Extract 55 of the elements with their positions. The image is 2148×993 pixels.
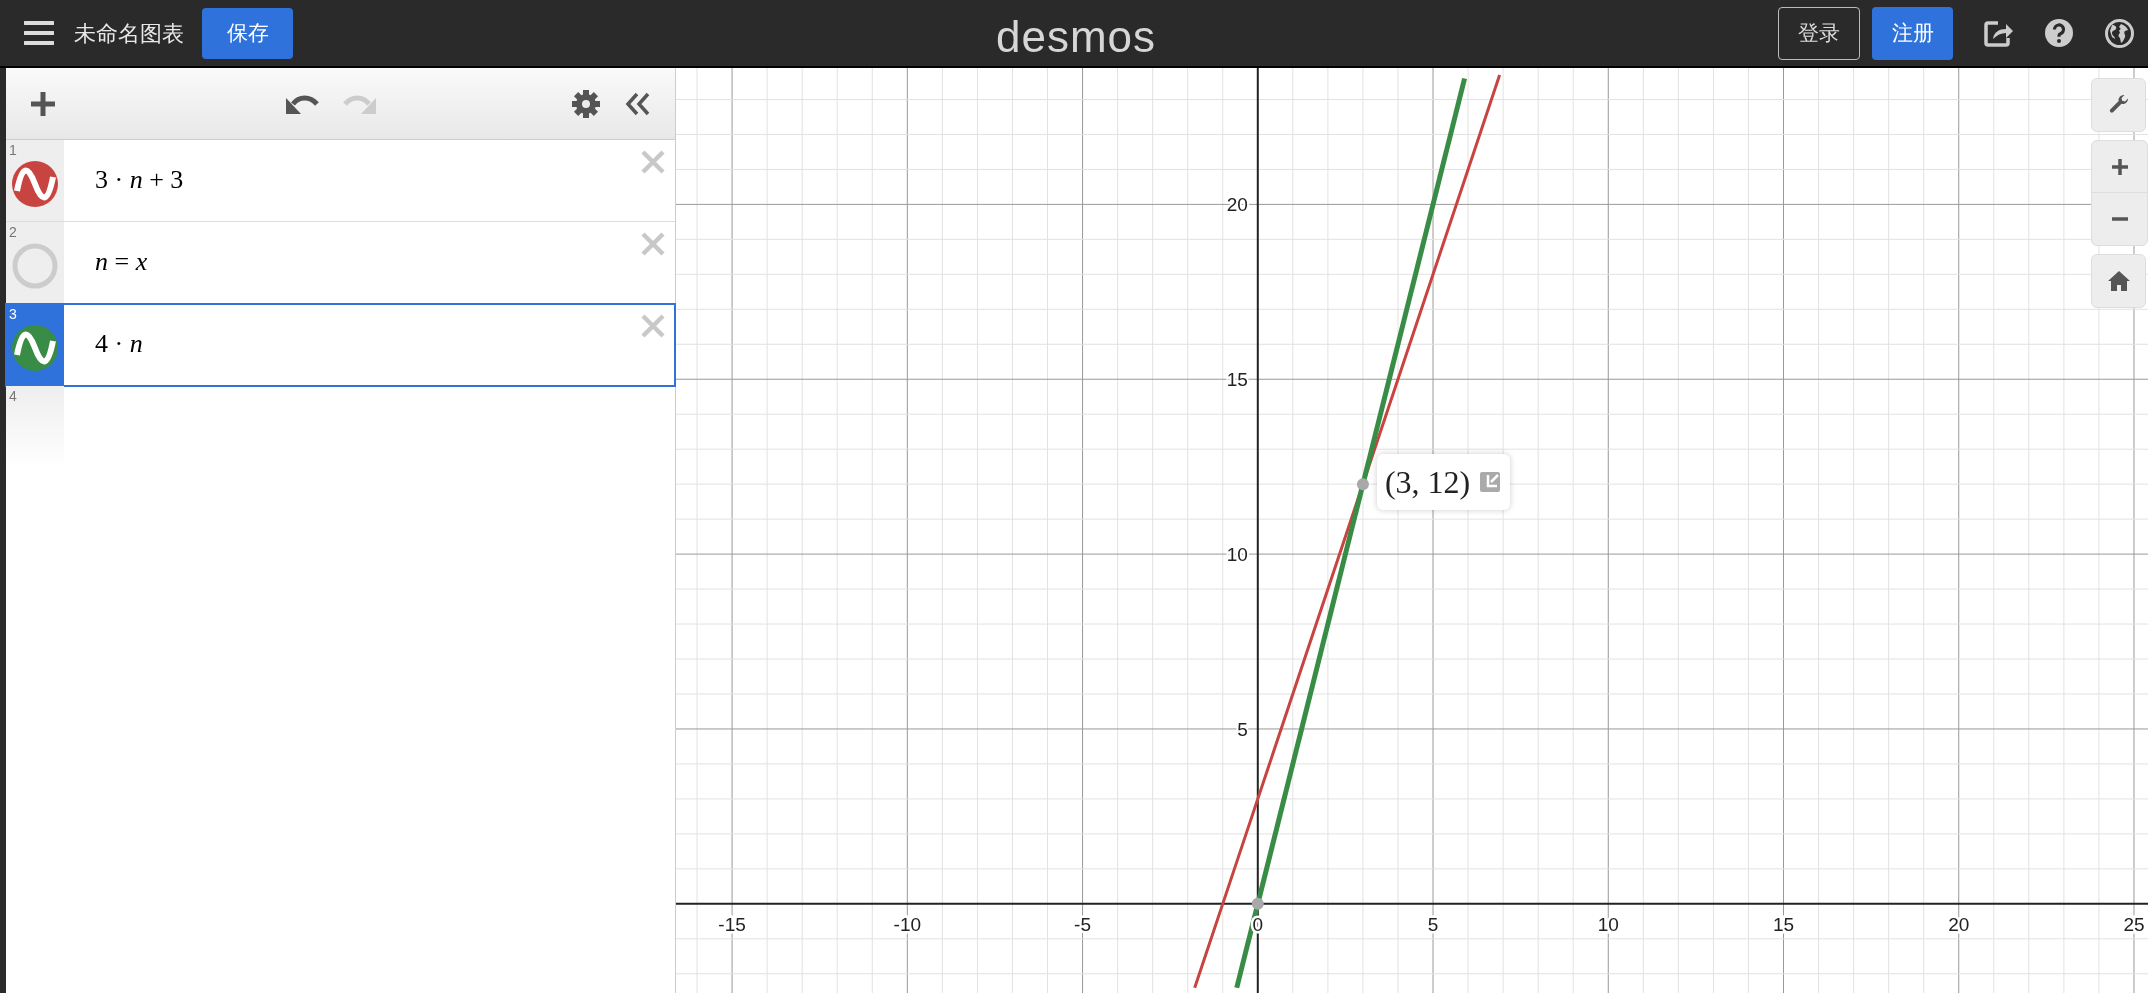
help-button[interactable] bbox=[2044, 18, 2074, 48]
expression-index: 3 bbox=[9, 306, 18, 322]
expression-row[interactable]: 3 4 · n bbox=[6, 304, 675, 386]
sloped-line[interactable] bbox=[1193, 74, 1502, 989]
expression-index: 2 bbox=[9, 224, 18, 240]
help-icon bbox=[2045, 19, 2073, 47]
globe-icon bbox=[2104, 18, 2134, 48]
expression-index: 4 bbox=[9, 388, 18, 404]
tick-label: 15 bbox=[1226, 369, 1248, 391]
language-button[interactable] bbox=[2104, 18, 2134, 48]
tick-label: 5 bbox=[1237, 718, 1248, 740]
close-icon bbox=[640, 313, 666, 339]
home-icon bbox=[2106, 270, 2131, 292]
expression-math[interactable]: 4 · n bbox=[95, 328, 143, 385]
settings-wrench-button[interactable] bbox=[2091, 78, 2146, 132]
login-button[interactable]: 登录 bbox=[1778, 6, 1860, 60]
tick-label: 20 bbox=[1226, 194, 1248, 216]
tick-label: -10 bbox=[893, 913, 922, 935]
coordinate-text: (3, 12) bbox=[1384, 463, 1471, 503]
tick-label: 10 bbox=[1226, 544, 1248, 566]
home-button[interactable] bbox=[2091, 254, 2146, 308]
point-marker[interactable] bbox=[1356, 478, 1369, 491]
tick-label: 15 bbox=[1772, 913, 1795, 935]
tick-label: -5 bbox=[1074, 913, 1091, 935]
hidden-toggle-icon[interactable] bbox=[12, 243, 58, 289]
menu-button[interactable] bbox=[24, 18, 54, 48]
minus-icon bbox=[2109, 216, 2130, 222]
expression-math[interactable]: n = x bbox=[95, 246, 148, 303]
share-icon bbox=[1984, 19, 2014, 47]
close-icon bbox=[640, 149, 666, 175]
plus-icon bbox=[29, 89, 57, 118]
close-icon bbox=[640, 231, 666, 257]
tick-label: 20 bbox=[1948, 913, 1970, 935]
settings-icon bbox=[572, 89, 600, 118]
expression-row[interactable]: 2 n = x bbox=[6, 222, 675, 304]
graph-toggle-icon[interactable] bbox=[12, 161, 58, 207]
graph-toggle-icon[interactable] bbox=[12, 325, 58, 371]
tick-label: 10 bbox=[1597, 913, 1619, 935]
expression-math[interactable]: 3 · n + 3 bbox=[95, 164, 184, 221]
plus-icon bbox=[2109, 156, 2130, 177]
signup-button[interactable]: 注册 bbox=[1872, 6, 1953, 60]
tick-label: 5 bbox=[1427, 913, 1439, 935]
desmos-logo: desmos bbox=[996, 11, 1157, 63]
menu-icon bbox=[24, 20, 54, 46]
settings-button[interactable] bbox=[571, 88, 601, 119]
tick-label: -15 bbox=[718, 913, 746, 935]
origin-point[interactable] bbox=[1251, 897, 1264, 910]
tick-label: 25 bbox=[2123, 913, 2145, 935]
save-button[interactable]: 保存 bbox=[202, 7, 293, 59]
expression-index: 1 bbox=[9, 142, 18, 158]
expression-row[interactable]: 1 3 · n + 3 bbox=[6, 140, 675, 222]
double-chevron-icon bbox=[625, 90, 651, 117]
share-button[interactable] bbox=[1984, 18, 2014, 48]
expression-row[interactable]: 4 bbox=[6, 386, 675, 468]
graph-title[interactable]: 未命名图表 bbox=[74, 16, 184, 50]
